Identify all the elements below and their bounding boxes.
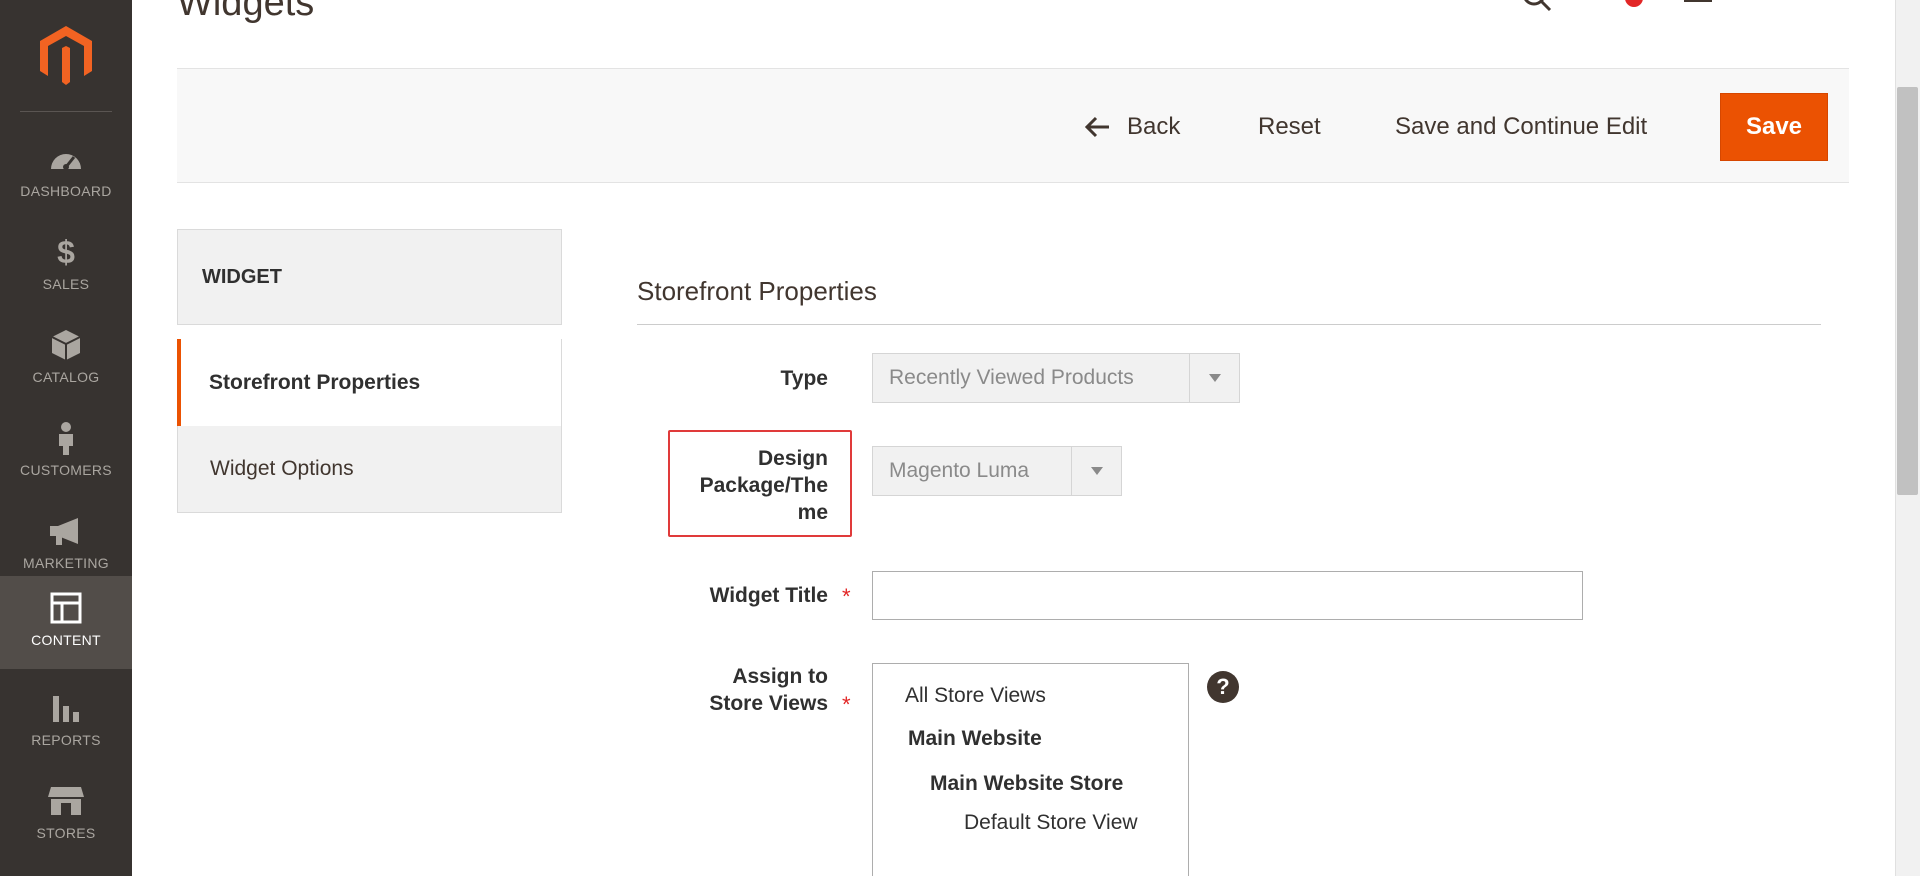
sidebar-item-catalog[interactable]: CATALOG (0, 313, 132, 406)
sidebar-item-content[interactable]: CONTENT (0, 576, 132, 669)
search-icon[interactable] (1522, 0, 1552, 14)
sidebar-item-label: STORES (36, 825, 96, 841)
tab-storefront-properties[interactable]: Storefront Properties (177, 339, 562, 426)
design-theme-select-value: Magento Luma (889, 459, 1030, 482)
store-views-multiselect[interactable]: All Store Views Main Website Main Websit… (872, 663, 1189, 876)
page-actions-toolbar: Back Reset Save and Continue Edit Save (177, 68, 1849, 183)
tabs-title: WIDGET (177, 229, 562, 325)
sidebar-item-sales[interactable]: $ SALES (0, 220, 132, 313)
back-button-label: Back (1127, 113, 1181, 140)
type-select[interactable]: Recently Viewed Products (872, 353, 1240, 403)
user-account-icon[interactable] (1684, 0, 1814, 14)
page-scrollbar-thumb[interactable] (1897, 87, 1918, 495)
dashboard-icon (46, 141, 86, 177)
sidebar-item-label: MARKETING (23, 555, 109, 571)
reset-button[interactable]: Reset (1258, 93, 1321, 161)
magento-logo-icon[interactable] (38, 24, 94, 88)
store-view-group: Main Website Store (930, 772, 1124, 795)
layout-icon (46, 590, 86, 626)
person-icon (46, 420, 86, 456)
sidebar-item-label: SALES (42, 276, 90, 292)
design-theme-label-line: me (797, 501, 828, 524)
help-question-icon[interactable]: ? (1207, 671, 1239, 703)
logo-divider (20, 111, 112, 112)
sidebar-item-label: CUSTOMERS (20, 462, 112, 478)
section-title: Storefront Properties (637, 276, 877, 306)
design-theme-select[interactable]: Magento Luma (872, 446, 1122, 496)
store-view-group: Main Website (908, 727, 1042, 750)
type-select-value: Recently Viewed Products (889, 366, 1134, 389)
widget-tabs: WIDGET Storefront Properties Widget Opti… (177, 229, 562, 513)
required-asterisk: * (842, 584, 851, 609)
store-view-option[interactable]: Default Store View (964, 811, 1138, 835)
design-theme-label-line: Design (757, 447, 828, 470)
chevron-down-icon (1189, 354, 1239, 402)
chevron-down-icon (1071, 447, 1121, 495)
required-asterisk: * (842, 692, 851, 717)
storefront-icon (46, 783, 86, 819)
sidebar-item-stores[interactable]: STORES (0, 769, 132, 862)
back-button[interactable]: Back (1083, 93, 1180, 161)
notifications-bell-icon[interactable] (1606, 0, 1646, 14)
type-label: Type (780, 367, 828, 390)
widget-title-input[interactable] (872, 571, 1583, 620)
design-theme-label-line: Package/The (699, 474, 828, 497)
megaphone-icon (46, 513, 86, 549)
box-icon (46, 327, 86, 363)
sidebar-item-reports[interactable]: REPORTS (0, 676, 132, 769)
store-views-label: Assign to Store Views (640, 663, 828, 717)
sidebar-item-label: CATALOG (32, 369, 100, 385)
dollar-icon: $ (57, 233, 75, 270)
admin-sidebar: DASHBOARD $ SALES CATALOG CUSTOMERS MARK… (0, 0, 132, 876)
sidebar-item-dashboard[interactable]: DASHBOARD (0, 127, 132, 220)
sidebar-item-label: DASHBOARD (20, 183, 112, 199)
save-button[interactable]: Save (1720, 93, 1828, 161)
sidebar-item-label: REPORTS (31, 732, 101, 748)
bar-chart-icon (46, 690, 86, 726)
design-theme-label: Design Package/The me (676, 445, 828, 526)
store-views-label-line: Store Views (709, 692, 828, 715)
store-view-option[interactable]: All Store Views (905, 684, 1046, 708)
widget-title-label: Widget Title (709, 584, 828, 607)
arrow-left-icon (1084, 116, 1109, 138)
page-title: Widgets (177, 0, 315, 24)
sidebar-item-customers[interactable]: CUSTOMERS (0, 406, 132, 499)
sidebar-item-label: CONTENT (31, 632, 101, 648)
store-views-label-line: Assign to (732, 665, 828, 688)
save-and-continue-button[interactable]: Save and Continue Edit (1395, 93, 1647, 161)
tab-widget-options[interactable]: Widget Options (177, 426, 562, 513)
section-divider (637, 324, 1821, 325)
